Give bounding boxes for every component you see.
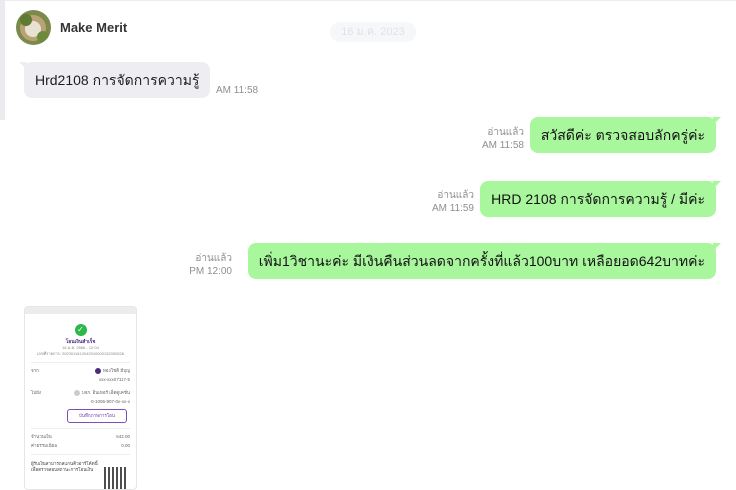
message-meta: อ่านแล้ว AM 11:58: [482, 126, 524, 152]
read-receipt: อ่านแล้ว: [195, 253, 232, 264]
to-account: 0-1006-907-0x-xx-x: [90, 399, 130, 405]
divider: [31, 454, 130, 456]
contact-name[interactable]: Make Merit: [60, 20, 127, 35]
fee-row: ค่าธรรมเนียม 0.00: [31, 443, 130, 449]
message-bubble-outgoing[interactable]: HRD 2108 การจัดการความรู้ / มีค่ะ: [480, 181, 721, 217]
top-divider: [0, 0, 736, 1]
fee-label: ค่าธรรมเนียม: [31, 443, 58, 449]
date-chip: 16 ม.ค. 2023: [330, 22, 416, 42]
from-account: xxx-xxx07117-5: [98, 377, 130, 383]
message-time: AM 11:59: [431, 203, 474, 214]
image-message-transfer-receipt[interactable]: ✓ โอนเงินสำเร็จ 16 ม.ค. 2566 - 12:04 เลข…: [24, 306, 137, 490]
message-text: สวัสดีค่ะ ตรวจสอบลักครู่ค่ะ: [540, 127, 705, 143]
divider: [31, 428, 130, 430]
amount-label: จำนวนเงิน: [31, 434, 52, 440]
message-bubble-outgoing[interactable]: เพิ่ม1วิชานะค่ะ มีเงินคืนส่วนลดจากครั้งท…: [247, 243, 722, 279]
message-time: PM 12:00: [189, 266, 232, 277]
qr-code-icon: [104, 467, 126, 489]
message-meta: อ่านแล้ว AM 11:59: [432, 189, 474, 215]
message-bubble-incoming[interactable]: Hrd2108 การจัดการความรู้: [18, 62, 211, 98]
to-label: ไปยัง: [31, 390, 41, 396]
avatar[interactable]: [16, 9, 51, 45]
fee-value: 0.00: [121, 443, 130, 449]
read-receipt: อ่านแล้ว: [487, 127, 524, 138]
message-text: Hrd2108 การจัดการความรู้: [35, 72, 200, 88]
to-name: บจก. อินเทอร์ เอ็ดดูเคชั่น: [81, 390, 130, 396]
message-bubble-outgoing[interactable]: สวัสดีค่ะ ตรวจสอบลักครู่ค่ะ: [529, 117, 722, 153]
receipt-status-bar: [25, 307, 136, 314]
message-time: AM 11:58: [481, 140, 524, 151]
amount-value: 642.00: [116, 434, 130, 440]
save-slip-button: บันทึกภาพการโอน: [67, 409, 127, 424]
message-time: AM 11:58: [216, 85, 259, 96]
chat-header: Make Merit: [16, 9, 127, 45]
from-label: จาก: [31, 368, 39, 373]
left-panel-edge: [0, 0, 5, 120]
receipt-ref: เลขที่รายการ: 20230116120429100001320000…: [37, 351, 124, 356]
receipt-from-row: จาก ทองโชติ มีบุญ: [31, 368, 130, 374]
message-text: เพิ่ม1วิชานะค่ะ มีเงินคืนส่วนลดจากครั้งท…: [258, 253, 705, 269]
check-icon: ✓: [74, 324, 87, 336]
message-text: HRD 2108 การจัดการความรู้ / มีค่ะ: [491, 191, 705, 207]
receipt-footer: ผู้รับเงินสามารถสแกนคิวอาร์โค้ดนี้ เพื่อ…: [31, 461, 98, 473]
message-meta: อ่านแล้ว PM 12:00: [189, 252, 232, 278]
divider: [31, 362, 130, 363]
amount-row: จำนวนเงิน 642.00: [31, 434, 130, 440]
from-name: ทองโชติ มีบุญ: [102, 368, 130, 374]
receipt-to-row: ไปยัง บจก. อินเทอร์ เอ็ดดูเคชั่น: [31, 390, 130, 397]
bank-logo-icon: [73, 390, 80, 397]
read-receipt: อ่านแล้ว: [437, 190, 474, 201]
bank-logo-icon: [94, 368, 101, 374]
